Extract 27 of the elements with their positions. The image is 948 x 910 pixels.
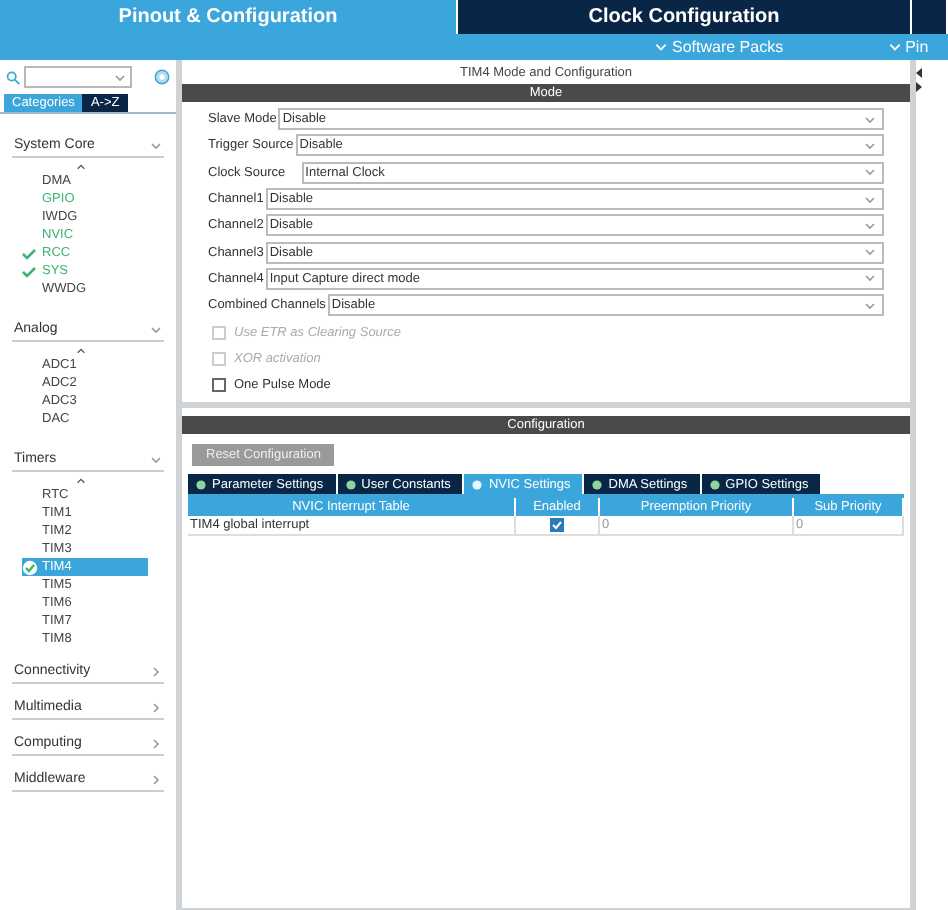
search-field[interactable]	[24, 66, 132, 88]
chevron-down-icon	[654, 40, 668, 54]
status-dot-icon	[592, 479, 603, 490]
checkbox[interactable]	[212, 378, 226, 393]
settings-icon[interactable]	[153, 68, 170, 86]
chevron-down-icon	[887, 40, 902, 54]
search-icon	[6, 69, 21, 85]
chevron-right-icon	[150, 665, 162, 677]
chevron-down-icon	[150, 323, 162, 335]
scroll-up-icon	[75, 346, 85, 356]
dropdown-caret-icon	[864, 166, 876, 179]
dropdown-caret-icon	[864, 299, 876, 312]
status-dot-icon	[196, 479, 206, 490]
chevron-down-icon	[150, 139, 162, 151]
chevron-down-icon	[150, 453, 162, 465]
collapse-arrow-icon[interactable]	[916, 68, 922, 78]
chevron-right-icon	[150, 701, 162, 713]
chevron-right-icon	[150, 737, 162, 749]
status-dot-icon	[472, 479, 483, 490]
expand-arrow-icon[interactable]	[916, 82, 922, 92]
status-dot-icon	[709, 479, 720, 490]
status-dot-icon	[345, 479, 356, 490]
chevron-right-icon	[150, 773, 162, 785]
scroll-up-icon	[75, 162, 85, 172]
checkbox[interactable]	[550, 518, 564, 533]
dropdown-caret-icon	[113, 71, 126, 83]
scroll-up-icon	[75, 476, 85, 486]
